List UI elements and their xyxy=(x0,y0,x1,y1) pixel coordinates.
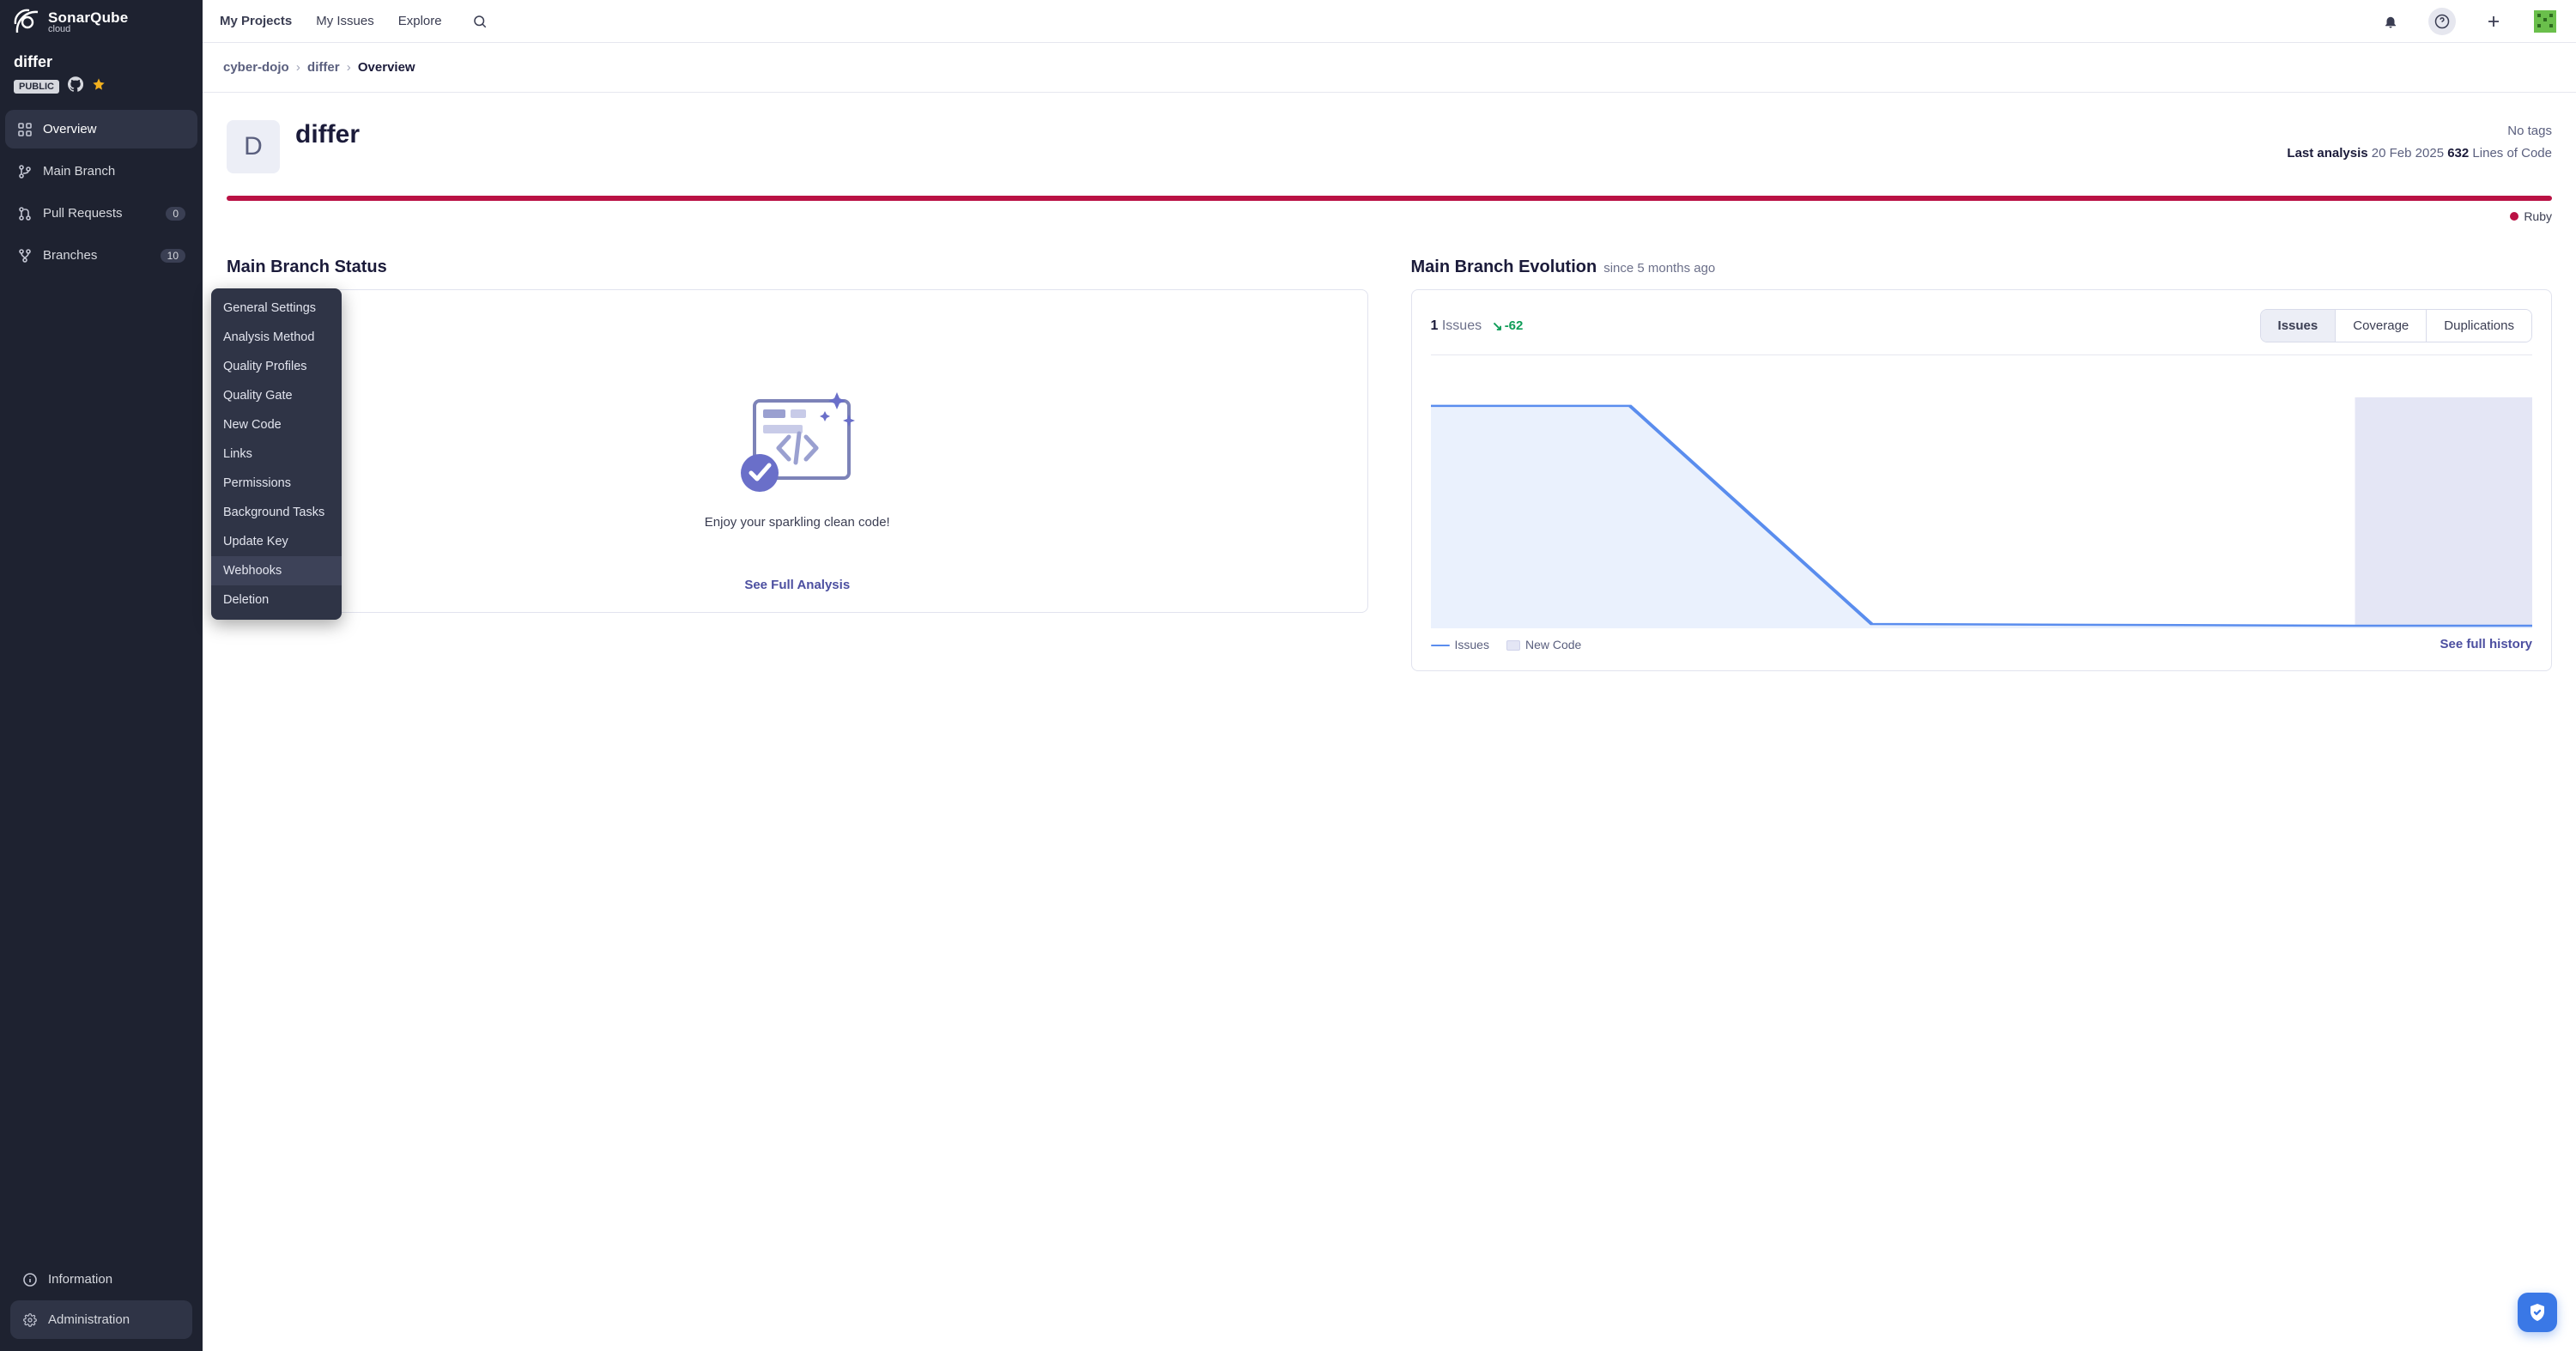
search-icon[interactable] xyxy=(466,8,494,35)
tab-issues[interactable]: Issues xyxy=(2261,310,2336,342)
project-name: differ xyxy=(14,53,189,71)
sidebar-item-main-branch[interactable]: Main Branch xyxy=(5,152,197,191)
content: D differ No tags Last analysis 20 Feb 20… xyxy=(203,93,2576,699)
administration-dropdown: General Settings Analysis Method Quality… xyxy=(211,288,342,620)
sidebar-item-label: Overview xyxy=(43,122,97,136)
sidebar-item-label: Branches xyxy=(43,248,97,263)
project-initial: D xyxy=(227,120,280,173)
see-full-analysis-link[interactable]: See Full Analysis xyxy=(744,578,850,592)
dropdown-webhooks[interactable]: Webhooks xyxy=(211,556,342,585)
breadcrumb: cyber-dojo › differ › Overview xyxy=(203,43,2576,93)
brand-sub: cloud xyxy=(48,25,128,34)
brand-logo[interactable]: SonarQube cloud xyxy=(0,0,203,45)
dropdown-quality-gate[interactable]: Quality Gate xyxy=(211,381,342,410)
topbar: My Projects My Issues Explore xyxy=(203,0,2576,43)
sidebar-item-label: Pull Requests xyxy=(43,206,123,221)
issues-count: 1 xyxy=(1431,318,1439,333)
evolution-chart xyxy=(1431,371,2533,628)
chevron-right-icon: › xyxy=(347,60,351,75)
hero: D differ No tags Last analysis 20 Feb 20… xyxy=(227,120,2552,173)
visibility-badge: PUBLIC xyxy=(14,80,59,94)
info-icon xyxy=(22,1273,38,1287)
project-block: differ PUBLIC xyxy=(0,45,203,103)
see-full-history-link[interactable]: See full history xyxy=(2440,637,2532,651)
dropdown-analysis-method[interactable]: Analysis Method xyxy=(211,323,342,352)
evolution-column: Main Branch Evolution since 5 months ago… xyxy=(1411,257,2553,671)
gear-icon xyxy=(22,1313,38,1327)
legend-new-code: New Code xyxy=(1525,638,1581,651)
no-tags: No tags xyxy=(2287,120,2552,142)
evolution-title: Main Branch Evolution xyxy=(1411,257,1597,277)
dropdown-permissions[interactable]: Permissions xyxy=(211,469,342,498)
dropdown-general-settings[interactable]: General Settings xyxy=(211,294,342,323)
dropdown-deletion[interactable]: Deletion xyxy=(211,585,342,615)
sidebar-item-administration[interactable]: Administration xyxy=(10,1300,192,1339)
main: My Projects My Issues Explore cyber-dojo… xyxy=(203,0,2576,1351)
star-icon[interactable] xyxy=(92,77,106,95)
sidebar: SonarQube cloud differ PUBLIC Overview xyxy=(0,0,203,1351)
last-analysis-label: Last analysis xyxy=(2287,146,2367,161)
page-title: differ xyxy=(295,120,360,149)
loc-value: 632 xyxy=(2447,146,2469,161)
language-bar: Ruby xyxy=(227,196,2552,223)
ruby-dot-icon xyxy=(2510,212,2518,221)
dropdown-links[interactable]: Links xyxy=(211,439,342,469)
last-analysis-date: 20 Feb 2025 xyxy=(2372,146,2444,161)
branches-icon xyxy=(17,249,33,263)
chevron-right-icon: › xyxy=(296,60,300,75)
breadcrumb-project[interactable]: differ xyxy=(307,60,340,75)
avatar[interactable] xyxy=(2531,8,2559,35)
pull-request-icon xyxy=(17,207,33,221)
security-widget-button[interactable] xyxy=(2518,1293,2557,1332)
branch-icon xyxy=(17,165,33,179)
status-title: Main Branch Status xyxy=(227,257,1368,277)
sidebar-nav: Overview Main Branch Pull Requests 0 Bra… xyxy=(0,103,203,1351)
qg-status: Passed xyxy=(246,329,1349,358)
sidebar-item-label: Administration xyxy=(48,1312,130,1327)
status-column: Main Branch Status Quality Gate Passed xyxy=(227,257,1368,671)
bell-icon[interactable] xyxy=(2377,8,2404,35)
sidebar-item-overview[interactable]: Overview xyxy=(5,110,197,148)
legend-line-icon xyxy=(1431,645,1450,646)
arrow-down-right-icon: ↘ xyxy=(1492,318,1503,334)
dropdown-update-key[interactable]: Update Key xyxy=(211,527,342,556)
breadcrumb-page: Overview xyxy=(358,60,415,75)
branches-count: 10 xyxy=(161,249,185,263)
legend-issues: Issues xyxy=(1455,638,1489,651)
sidebar-item-branches[interactable]: Branches 10 xyxy=(5,236,197,275)
pr-count: 0 xyxy=(166,207,185,221)
sidebar-item-label: Information xyxy=(48,1272,112,1287)
topnav-my-projects[interactable]: My Projects xyxy=(220,14,292,28)
sidebar-item-information[interactable]: Information xyxy=(10,1260,192,1299)
tab-duplications[interactable]: Duplications xyxy=(2426,310,2531,342)
issues-word: Issues xyxy=(1442,318,1482,333)
topnav-my-issues[interactable]: My Issues xyxy=(316,14,374,28)
clean-code-icon xyxy=(729,384,866,500)
evolution-card: 1 Issues ↘ -62 Issues Coverage Duplicati… xyxy=(1411,289,2553,671)
legend-area-icon xyxy=(1506,640,1520,651)
sonar-logo-icon xyxy=(14,9,41,36)
github-icon[interactable] xyxy=(68,76,83,96)
grid-icon xyxy=(17,123,33,136)
issues-delta: ↘ -62 xyxy=(1492,318,1523,334)
help-icon[interactable] xyxy=(2428,8,2456,35)
brand-name: SonarQube xyxy=(48,10,128,25)
quality-gate-card: Quality Gate Passed xyxy=(227,289,1368,613)
dropdown-quality-profiles[interactable]: Quality Profiles xyxy=(211,352,342,381)
topnav-explore[interactable]: Explore xyxy=(398,14,442,28)
sidebar-item-pull-requests[interactable]: Pull Requests 0 xyxy=(5,194,197,233)
sidebar-item-label: Main Branch xyxy=(43,164,115,179)
tab-coverage[interactable]: Coverage xyxy=(2335,310,2426,342)
evolution-tabs: Issues Coverage Duplications xyxy=(2260,309,2532,342)
breadcrumb-org[interactable]: cyber-dojo xyxy=(223,60,289,75)
dropdown-background-tasks[interactable]: Background Tasks xyxy=(211,498,342,527)
plus-icon[interactable] xyxy=(2480,8,2507,35)
language-name: Ruby xyxy=(2524,209,2552,223)
evolution-since: since 5 months ago xyxy=(1603,261,1715,276)
loc-label: Lines of Code xyxy=(2472,146,2552,161)
dropdown-new-code[interactable]: New Code xyxy=(211,410,342,439)
clean-code-message: Enjoy your sparkling clean code! xyxy=(705,515,890,530)
